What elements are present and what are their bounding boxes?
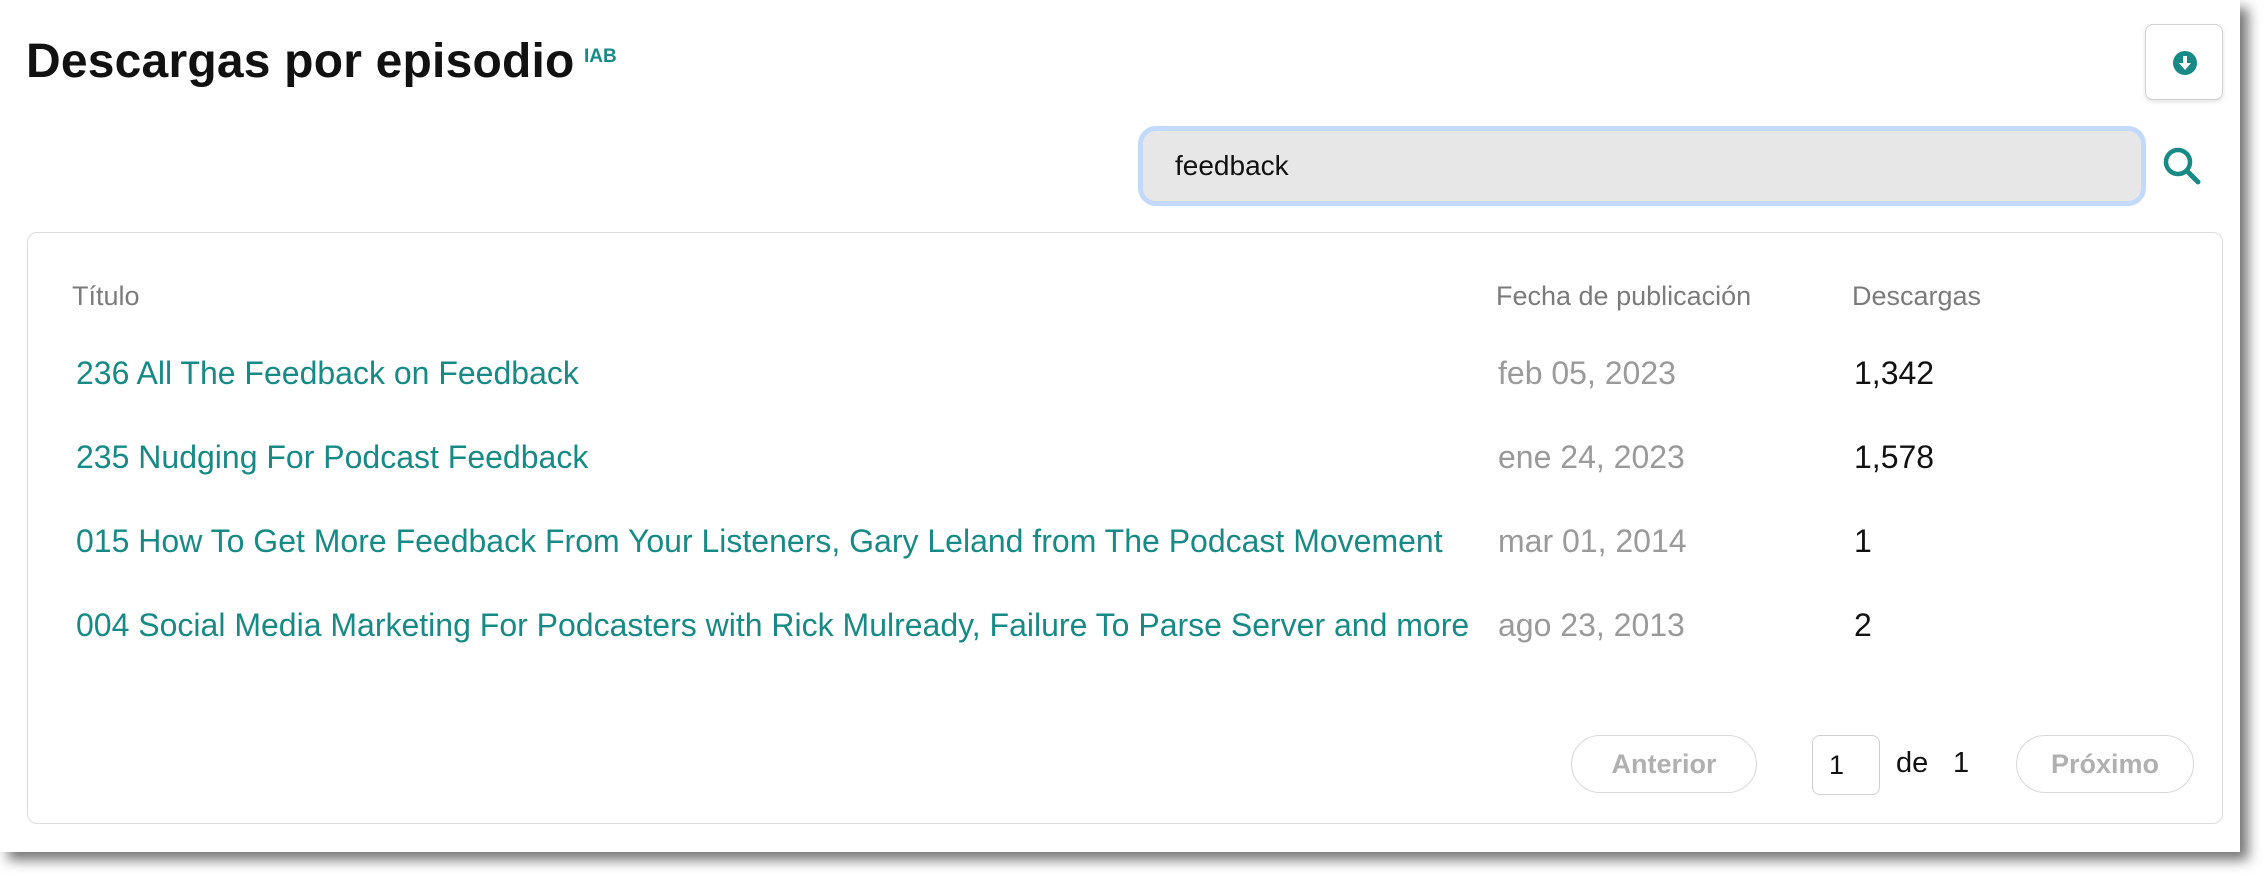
page-frame: Descargas por episodio IAB Título Fecha …: [0, 0, 2240, 852]
table-row: 015 How To Get More Feedback From Your L…: [28, 519, 2222, 579]
table-row: 004 Social Media Marketing For Podcaster…: [28, 603, 2222, 663]
search-icon: [2163, 147, 2201, 185]
page-title: Descargas por episodio: [26, 35, 575, 88]
episode-title-link[interactable]: 004 Social Media Marketing For Podcaster…: [76, 603, 1506, 647]
search-button[interactable]: [2162, 146, 2202, 186]
page-of-label: de: [1896, 747, 1929, 779]
iab-badge: IAB: [584, 46, 617, 67]
table-row: 235 Nudging For Podcast Feedback ene 24,…: [28, 435, 2222, 495]
publish-date: ago 23, 2013: [1498, 607, 1685, 643]
table-row: 236 All The Feedback on Feedback feb 05,…: [28, 351, 2222, 411]
download-count: 1,342: [1854, 355, 1935, 391]
next-page-button[interactable]: Próximo: [2016, 735, 2194, 793]
episode-title-link[interactable]: 236 All The Feedback on Feedback: [76, 351, 1506, 395]
search-input[interactable]: [1138, 126, 2146, 206]
publish-date: ene 24, 2023: [1498, 439, 1685, 475]
previous-page-button[interactable]: Anterior: [1571, 735, 1757, 793]
download-circle-icon: [2173, 51, 2197, 75]
publish-date: feb 05, 2023: [1498, 355, 1676, 391]
episode-title-link[interactable]: 235 Nudging For Podcast Feedback: [76, 435, 1506, 479]
download-count: 1,578: [1854, 439, 1935, 475]
column-header-date: Fecha de publicación: [1496, 281, 1752, 311]
download-count: 2: [1854, 607, 1872, 643]
column-header-downloads: Descargas: [1852, 281, 1982, 311]
total-pages: 1: [1953, 747, 1970, 779]
download-count: 1: [1854, 523, 1872, 559]
publish-date: mar 01, 2014: [1498, 523, 1687, 559]
episodes-card: Título Fecha de publicación Descargas 23…: [27, 232, 2223, 824]
episode-title-link[interactable]: 015 How To Get More Feedback From Your L…: [76, 519, 1506, 563]
download-button[interactable]: [2145, 24, 2223, 100]
page-number-input[interactable]: [1812, 735, 1880, 795]
column-header-title: Título: [72, 281, 140, 311]
